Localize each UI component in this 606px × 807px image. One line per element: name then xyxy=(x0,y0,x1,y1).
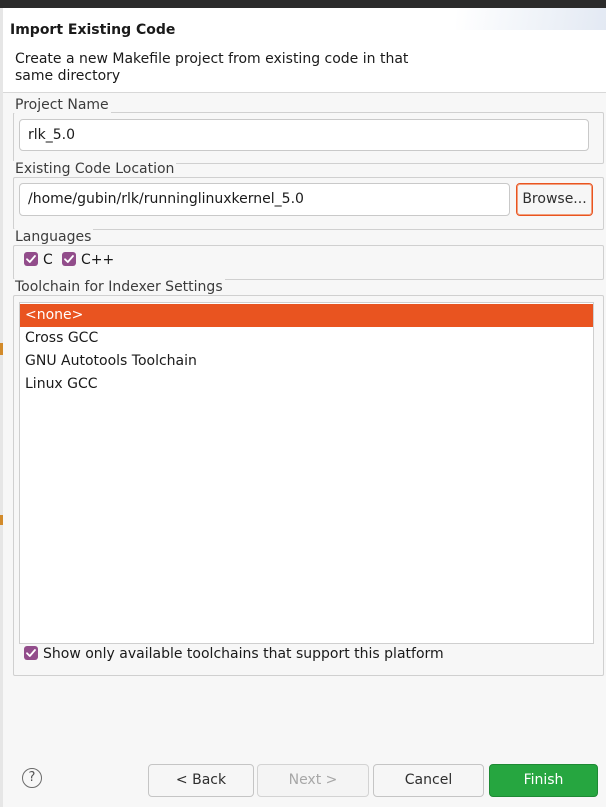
window-top-bar xyxy=(0,0,606,8)
header-decoration xyxy=(456,8,606,30)
toolchain-item-linux-gcc[interactable]: Linux GCC xyxy=(20,373,593,396)
header-separator xyxy=(3,92,606,93)
next-button[interactable]: Next > xyxy=(257,764,369,797)
show-only-available-checkbox[interactable] xyxy=(24,646,38,660)
project-name-label: Project Name xyxy=(13,97,111,113)
language-cpp-label: C++ xyxy=(81,252,115,268)
language-c-checkbox[interactable] xyxy=(24,252,38,266)
help-icon[interactable]: ? xyxy=(22,768,42,788)
code-location-label: Existing Code Location xyxy=(13,161,177,177)
code-location-input[interactable]: /home/gubin/rlk/runninglinuxkernel_5.0 xyxy=(19,183,510,216)
browse-button[interactable]: Browse... xyxy=(516,183,593,216)
finish-button[interactable]: Finish xyxy=(489,764,598,797)
dialog-title: Import Existing Code xyxy=(10,22,176,38)
dialog-description: Create a new Makefile project from exist… xyxy=(15,51,409,84)
import-existing-code-dialog: Import Existing Code Create a new Makefi… xyxy=(3,8,606,807)
show-only-available-label: Show only available toolchains that supp… xyxy=(43,646,444,662)
check-icon xyxy=(26,255,36,263)
check-icon xyxy=(64,255,74,263)
dialog-header: Import Existing Code Create a new Makefi… xyxy=(3,8,606,92)
toolchain-label: Toolchain for Indexer Settings xyxy=(13,279,225,295)
check-icon xyxy=(26,649,36,657)
toolchain-item-cross-gcc[interactable]: Cross GCC xyxy=(20,327,593,350)
language-cpp-checkbox[interactable] xyxy=(62,252,76,266)
cancel-button[interactable]: Cancel xyxy=(373,764,484,797)
toolchain-item-gnu-autotools[interactable]: GNU Autotools Toolchain xyxy=(20,350,593,373)
toolchain-list[interactable]: <none> Cross GCC GNU Autotools Toolchain… xyxy=(19,302,594,644)
language-c-label: C xyxy=(43,252,53,268)
back-button[interactable]: < Back xyxy=(148,764,254,797)
toolchain-item-none[interactable]: <none> xyxy=(20,304,593,327)
project-name-input[interactable]: rlk_5.0 xyxy=(19,119,589,151)
languages-label: Languages xyxy=(13,229,94,245)
